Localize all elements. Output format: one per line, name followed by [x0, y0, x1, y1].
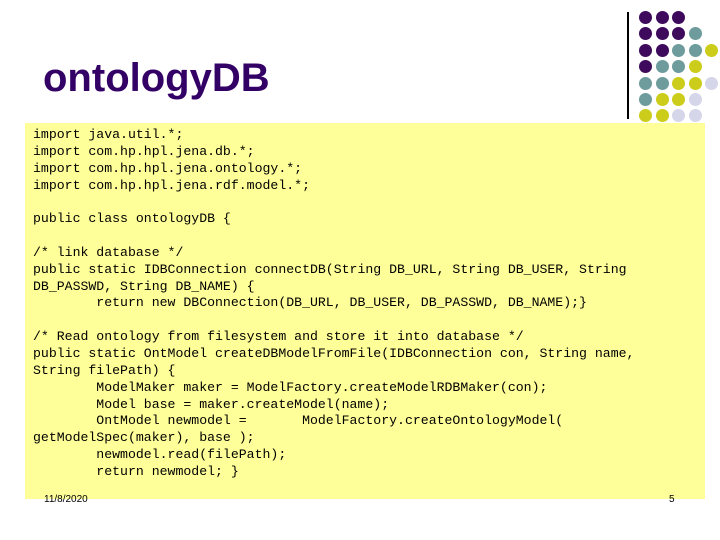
- decorative-dot: [655, 43, 669, 57]
- decorative-dot: [672, 43, 686, 57]
- code-line: OntModel newmodel = ModelFactory.createO…: [33, 413, 564, 429]
- code-line: import java.util.*;: [33, 127, 184, 142]
- code-line: newmodel.read(filePath);: [33, 447, 287, 463]
- decorative-dot: [639, 43, 652, 57]
- code-line: Model base = maker.createModel(name);: [33, 396, 390, 412]
- decorative-dot: [688, 93, 702, 106]
- decorative-dot: [655, 93, 669, 106]
- code-block: import java.util.*; import com.hp.hpl.je…: [33, 127, 634, 481]
- code-line: String filePath) {: [33, 362, 176, 378]
- code-line: return new DBConnection(DB_URL, DB_USER,…: [33, 295, 587, 311]
- code-line: getModelSpec(maker), base );: [33, 430, 255, 446]
- footer-date: 11/8/2020: [44, 494, 88, 505]
- decorative-dot: [655, 11, 669, 24]
- decorative-dot: [672, 11, 686, 24]
- code-line: DB_PASSWD, String DB_NAME) {: [33, 278, 255, 294]
- decorative-dot: [688, 43, 702, 57]
- decorative-dot: [655, 109, 669, 123]
- code-line: /* link database */: [33, 244, 184, 260]
- decorative-dot: [672, 76, 686, 90]
- code-line: import com.hp.hpl.jena.db.*;: [33, 143, 255, 159]
- decorative-dot: [639, 27, 652, 41]
- decorative-dot: [672, 109, 686, 123]
- decorative-dot: [705, 76, 719, 90]
- code-line: import com.hp.hpl.jena.rdf.model.*;: [33, 177, 310, 193]
- decorative-dot: [655, 60, 669, 74]
- decorative-dot: [655, 76, 669, 90]
- decorative-dot: [688, 27, 702, 41]
- code-line: import com.hp.hpl.jena.ontology.*;: [33, 160, 303, 176]
- decorative-dot: [672, 27, 686, 41]
- decorative-dot: [639, 60, 652, 74]
- decorative-dot: [705, 43, 719, 57]
- code-line: /* Read ontology from filesystem and sto…: [33, 329, 524, 345]
- code-line: return newmodel; }: [33, 463, 239, 479]
- decorative-dot: [639, 76, 652, 90]
- decorative-dot: [688, 109, 702, 123]
- footer-page-number: 5: [669, 494, 675, 505]
- code-line: ModelMaker maker = ModelFactory.createMo…: [33, 379, 548, 395]
- decorative-dot: [672, 60, 686, 74]
- decorative-dot: [688, 60, 702, 74]
- decorative-dot: [672, 93, 686, 106]
- code-line: public class ontologyDB {: [33, 211, 231, 227]
- decorative-dot: [639, 11, 652, 24]
- decorative-dot: [639, 109, 652, 123]
- slide-title: ontologyDB: [43, 56, 270, 100]
- decorative-divider-line: [627, 12, 629, 119]
- decorative-dot: [688, 76, 702, 90]
- decorative-dot: [655, 27, 669, 41]
- code-line: public static OntModel createDBModelFrom…: [33, 345, 635, 361]
- decorative-dot: [639, 93, 652, 106]
- code-line: public static IDBConnection connectDB(St…: [33, 261, 627, 277]
